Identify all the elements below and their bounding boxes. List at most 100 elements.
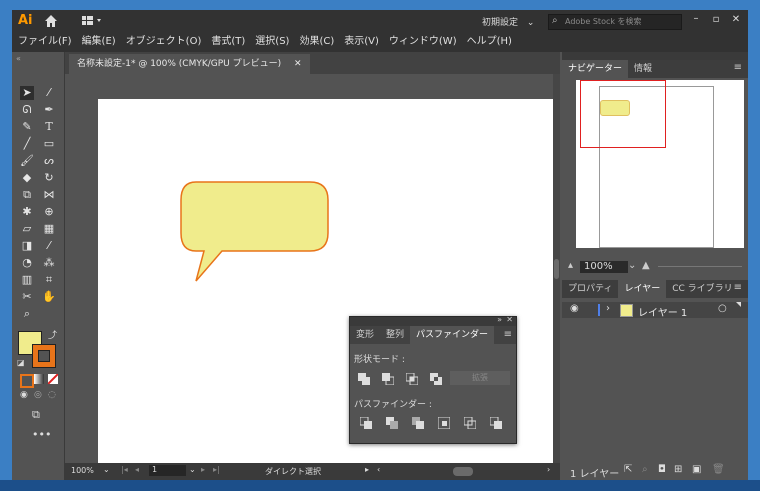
tab-pathfinder[interactable]: パスファインダー (410, 326, 495, 344)
stock-search[interactable]: ⌕ Adobe Stock を検索 (548, 14, 682, 30)
hand-tool-icon[interactable]: ✋ (42, 290, 56, 304)
minus-front-icon[interactable] (382, 373, 395, 386)
selection-tool-icon[interactable]: ➤ (20, 86, 34, 100)
eyedropper-tool-icon[interactable]: ⁄ (42, 239, 56, 253)
symbol-sprayer-tool-icon[interactable]: ⁂ (42, 256, 56, 270)
outline-icon[interactable] (463, 416, 477, 430)
perspective-grid-tool-icon[interactable]: ▱ (20, 222, 34, 236)
pen-tool-icon[interactable]: ✒ (42, 103, 56, 117)
menu-edit[interactable]: 編集(E) (82, 32, 116, 52)
home-icon[interactable] (44, 14, 58, 28)
menu-object[interactable]: オブジェクト(O) (126, 32, 202, 52)
document-tab[interactable]: 名称未設定-1* @ 100% (CMYK/GPU プレビュー) ✕ (69, 54, 310, 74)
menu-select[interactable]: 選択(S) (255, 32, 289, 52)
collapse-panel-icon[interactable]: » (497, 315, 502, 324)
draw-inside-icon[interactable]: ◌ (48, 390, 56, 400)
zoom-dropdown-icon[interactable]: ⌄ (103, 465, 110, 474)
tab-properties[interactable]: プロパティ (562, 280, 618, 298)
menu-type[interactable]: 書式(T) (211, 32, 245, 52)
more-tools-icon[interactable]: ••• (32, 428, 51, 441)
shape-builder-tool-icon[interactable]: ⊕ (42, 205, 56, 219)
prev-artboard-icon[interactable]: ◂ (135, 465, 139, 474)
tab-info[interactable]: 情報 (628, 60, 658, 78)
intersect-icon[interactable] (405, 372, 419, 386)
crop-icon[interactable] (437, 416, 451, 430)
navigator-view-box[interactable] (580, 80, 666, 148)
unite-icon[interactable] (358, 373, 370, 385)
color-mode-icon[interactable] (20, 374, 34, 388)
layer-target-icon[interactable]: ○ (718, 303, 727, 314)
exclude-icon[interactable] (430, 373, 442, 385)
merge-icon[interactable] (412, 417, 424, 429)
slice-tool-icon[interactable]: ✂ (20, 290, 34, 304)
close-button[interactable]: ✕ (728, 12, 744, 28)
mesh-tool-icon[interactable]: ▦ (42, 222, 56, 236)
arrange-documents-icon[interactable] (82, 16, 104, 26)
status-menu-icon[interactable]: ▸ (365, 465, 369, 474)
width-tool-icon[interactable]: ⋈ (42, 188, 56, 202)
blend-tool-icon[interactable]: ◔ (20, 256, 34, 270)
horizontal-scroll-thumb[interactable] (453, 467, 473, 476)
layer-name[interactable]: レイヤー 1 (638, 304, 687, 319)
gradient-mode-icon[interactable] (34, 374, 44, 384)
delete-layer-icon[interactable]: 🗑 (712, 464, 725, 475)
trim-icon[interactable] (386, 417, 398, 429)
artboard-dropdown-icon[interactable]: ⌄ (189, 465, 196, 474)
collapse-tools-icon[interactable]: « (16, 54, 21, 63)
rectangle-tool-icon[interactable]: ▭ (42, 137, 56, 151)
current-tool-label[interactable]: ダイレクト選択 (265, 466, 321, 477)
locate-object-icon[interactable]: ⌕ (642, 464, 648, 475)
expand-button[interactable]: 拡張 (450, 371, 510, 385)
zoom-out-icon[interactable]: ▴ (568, 260, 573, 271)
tab-transform[interactable]: 変形 (350, 326, 380, 344)
next-artboard-icon[interactable]: ▸ (201, 465, 205, 474)
menu-effect[interactable]: 効果(C) (299, 32, 334, 52)
magic-wand-tool-icon[interactable]: ⁄ (42, 86, 56, 100)
navigator-menu-icon[interactable]: ≡ (734, 62, 742, 73)
zoom-slider-track[interactable] (658, 266, 742, 267)
paintbrush-tool-icon[interactable]: 🖌 (20, 154, 34, 168)
menu-file[interactable]: ファイル(F) (18, 32, 72, 52)
menu-help[interactable]: ヘルプ(H) (467, 32, 512, 52)
layer-row[interactable]: ◉ › レイヤー 1 ○ (562, 302, 748, 319)
menu-window[interactable]: ウィンドウ(W) (389, 32, 457, 52)
column-graph-tool-icon[interactable]: ▥ (20, 273, 34, 287)
scroll-left-icon[interactable]: ‹ (377, 465, 380, 474)
export-icon[interactable]: ⇱ (624, 464, 632, 475)
maximize-button[interactable]: ▫ (708, 12, 724, 28)
close-tab-icon[interactable]: ✕ (294, 59, 302, 69)
expand-layer-icon[interactable]: › (606, 303, 610, 314)
gradient-tool-icon[interactable]: ◨ (20, 239, 34, 253)
none-mode-icon[interactable] (47, 373, 59, 385)
rotate-tool-icon[interactable]: ↻ (42, 171, 56, 185)
zoom-in-icon[interactable]: ▲ (642, 260, 650, 271)
menu-view[interactable]: 表示(V) (344, 32, 379, 52)
scroll-right-icon[interactable]: › (547, 465, 550, 474)
minimize-button[interactable]: – (688, 12, 704, 28)
eraser-tool-icon[interactable]: ◆ (20, 171, 34, 185)
zoom-tool-icon[interactable]: ⌕ (20, 307, 34, 321)
navigator-zoom-dropdown-icon[interactable]: ⌄ (628, 260, 636, 271)
navigator-preview[interactable] (576, 80, 744, 248)
speech-bubble-shape[interactable] (178, 179, 338, 289)
line-tool-icon[interactable]: ╱ (20, 137, 34, 151)
panel-menu-icon[interactable]: ≡ (504, 329, 512, 340)
visibility-eye-icon[interactable]: ◉ (570, 303, 579, 314)
workspace-switcher[interactable]: 初期設定 ⌄ (482, 15, 534, 28)
clipping-mask-icon[interactable]: ◘ (658, 464, 666, 475)
vertical-scrollbar[interactable] (553, 74, 560, 463)
new-layer-icon[interactable]: ▣ (692, 464, 701, 475)
new-sublayer-icon[interactable]: ⊞ (674, 464, 682, 475)
lasso-tool-icon[interactable]: ᘏ (20, 103, 34, 117)
shaper-tool-icon[interactable]: ᔕ (42, 154, 56, 168)
zoom-field[interactable]: 100% (71, 466, 94, 475)
artboard-number-field[interactable]: 1 (149, 465, 186, 476)
type-tool-icon[interactable]: T (42, 120, 56, 134)
divide-icon[interactable] (359, 416, 372, 429)
first-artboard-icon[interactable]: |◂ (121, 465, 128, 474)
layers-menu-icon[interactable]: ≡ (734, 282, 742, 293)
pathfinder-panel-header[interactable]: » ✕ (350, 315, 516, 326)
minus-back-icon[interactable] (489, 416, 502, 429)
tab-navigator[interactable]: ナビゲーター (562, 60, 629, 78)
default-colors-icon[interactable]: ◪ (17, 358, 25, 367)
